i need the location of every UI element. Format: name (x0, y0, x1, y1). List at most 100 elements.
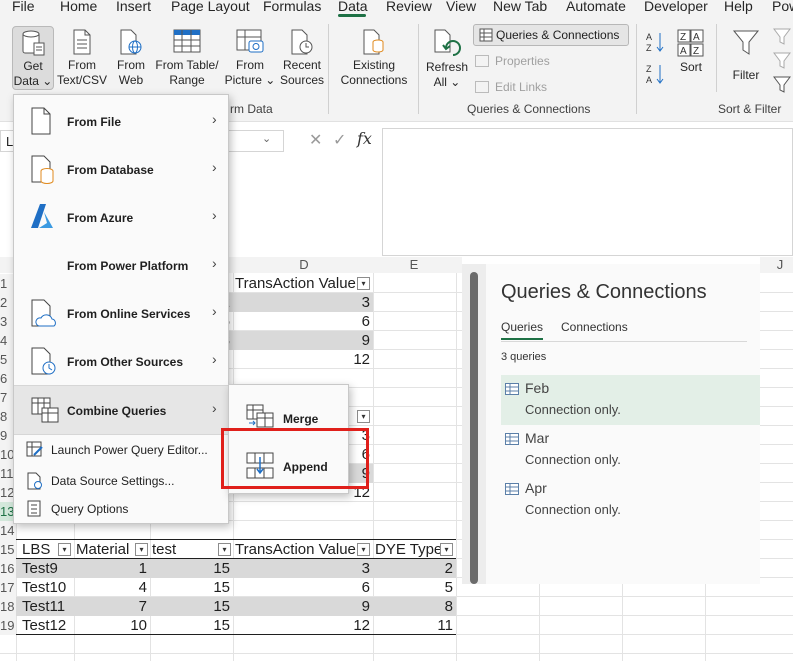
properties-button[interactable]: Properties (475, 54, 550, 68)
menu-item-from-file[interactable]: From File › (14, 97, 228, 145)
edit-links-button[interactable]: Edit Links (475, 80, 547, 94)
tab-review[interactable]: Review (386, 0, 432, 14)
query-item-apr[interactable]: Apr Connection only. (501, 475, 760, 525)
menu-item-launch-power-query-editor[interactable]: Launch Power Query Editor... (14, 436, 228, 464)
column-header-j[interactable]: J (768, 257, 792, 273)
table-cell[interactable]: 11 (373, 616, 456, 635)
table-header-cell[interactable]: TransAction Value (233, 540, 373, 559)
table-cell[interactable]: Test10 (20, 578, 74, 597)
table-cell[interactable]: 10 (74, 616, 150, 635)
menu-item-from-power-platform[interactable]: From Power Platform › (14, 241, 228, 289)
sort-button[interactable]: Z A A Z Sort (674, 28, 708, 75)
insert-function-icon[interactable]: fx (357, 129, 372, 148)
menu-item-combine-queries[interactable]: Combine Queries › (14, 386, 228, 434)
filter-button[interactable]: Filter (728, 28, 764, 83)
menu-item-query-options[interactable]: Query Options (14, 495, 228, 523)
filter-dropdown-icon[interactable]: ▾ (440, 543, 453, 556)
table-icon (505, 433, 519, 445)
menu-item-from-online-services[interactable]: From Online Services › (14, 289, 228, 337)
refresh-all-button[interactable]: Refresh All ⌄ (424, 28, 470, 90)
tab-file[interactable]: File (12, 0, 35, 14)
pane-scrollbar[interactable] (462, 264, 486, 584)
table-cell[interactable]: Test12 (20, 616, 74, 635)
menu-item-from-other-sources[interactable]: From Other Sources › (14, 337, 228, 385)
table-cell[interactable]: 15 (150, 597, 233, 616)
menu-item-from-database[interactable]: From Database › (14, 145, 228, 193)
queries-connections-label: Queries & Connections (496, 28, 620, 42)
tab-new-tab[interactable]: New Tab (493, 0, 547, 14)
from-table-range-label-2: Range (169, 73, 205, 87)
menu-item-label: From File (67, 115, 122, 129)
table-cell[interactable]: 6 (233, 312, 373, 331)
filter-dropdown-icon[interactable]: ▾ (357, 277, 370, 290)
table-cell[interactable]: 7 (74, 597, 150, 616)
filter-dropdown-icon[interactable]: ▾ (357, 410, 370, 423)
menu-item-data-source-settings[interactable]: Data Source Settings... (14, 467, 228, 495)
filter-dropdown-icon[interactable]: ▾ (135, 543, 148, 556)
tab-data[interactable]: Data (338, 0, 368, 14)
pane-scrollbar-thumb[interactable] (470, 272, 478, 584)
existing-connections-button[interactable]: Existing Connections (336, 28, 412, 88)
tab-home[interactable]: Home (60, 0, 97, 14)
table-cell[interactable]: 15 (150, 578, 233, 597)
tab-insert[interactable]: Insert (116, 0, 151, 14)
sort-za-button[interactable]: Z A (644, 62, 666, 88)
row-header[interactable]: 16 (0, 559, 16, 578)
table-cell[interactable]: 3 (233, 293, 373, 312)
table-header-cell[interactable]: TransAction Value (233, 274, 373, 293)
row-header[interactable]: 19 (0, 616, 16, 635)
table-cell[interactable]: Test9 (20, 559, 74, 578)
table-cell[interactable]: 3 (233, 559, 373, 578)
tab-automate[interactable]: Automate (566, 0, 626, 14)
tab-page-layout[interactable]: Page Layout (171, 0, 250, 14)
cancel-formula-icon[interactable]: ✕ (309, 130, 322, 150)
formula-bar-input[interactable] (382, 128, 793, 256)
column-header-d[interactable]: D (290, 257, 318, 273)
query-item-feb[interactable]: Feb Connection only. (501, 375, 760, 425)
row-header[interactable]: 17 (0, 578, 16, 597)
azure-icon (31, 204, 53, 228)
filter-dropdown-icon[interactable]: ▾ (357, 543, 370, 556)
table-cell[interactable]: 6 (233, 578, 373, 597)
table-cell[interactable]: 4 (74, 578, 150, 597)
filter-dropdown-icon[interactable]: ▾ (58, 543, 71, 556)
query-item-mar[interactable]: Mar Connection only. (501, 425, 760, 475)
from-table-range-button[interactable]: From Table/ Range (154, 28, 220, 88)
table-cell[interactable]: 15 (150, 559, 233, 578)
from-picture-button[interactable]: From Picture ⌄ (224, 28, 276, 88)
row-header[interactable]: 18 (0, 597, 16, 616)
table-icon (173, 29, 201, 53)
tab-queries[interactable]: Queries (501, 320, 543, 334)
tab-view[interactable]: View (446, 0, 476, 14)
table-cell[interactable]: 2 (373, 559, 456, 578)
name-box-dropdown-icon[interactable]: ⌄ (262, 132, 271, 145)
table-cell[interactable]: 1 (74, 559, 150, 578)
tab-power-pivot[interactable]: Pow (772, 0, 793, 14)
menu-item-from-azure[interactable]: From Azure › (14, 193, 228, 241)
table-cell[interactable]: 15 (150, 616, 233, 635)
table-cell[interactable]: 12 (233, 616, 373, 635)
recent-sources-button[interactable]: Recent Sources (278, 28, 326, 88)
from-text-csv-button[interactable]: From Text/CSV (56, 28, 108, 88)
get-data-button[interactable]: Get Data ⌄ (12, 26, 54, 90)
clear-filter-button[interactable] (772, 26, 792, 98)
filter-dropdown-icon[interactable]: ▾ (218, 543, 231, 556)
table-cell[interactable]: Test11 (20, 597, 74, 616)
picture-icon (236, 29, 264, 53)
sort-az-button[interactable]: A Z (644, 30, 666, 56)
table-cell[interactable]: 9 (233, 597, 373, 616)
column-header-e[interactable]: E (400, 257, 428, 273)
tab-developer[interactable]: Developer (644, 0, 708, 14)
tab-help[interactable]: Help (724, 0, 753, 14)
table-cell[interactable]: 8 (373, 597, 456, 616)
queries-connections-button[interactable]: Queries & Connections (473, 24, 629, 46)
tab-connections[interactable]: Connections (561, 320, 628, 334)
confirm-formula-icon[interactable]: ✓ (333, 130, 346, 150)
tab-formulas[interactable]: Formulas (263, 0, 321, 14)
menu-item-label: From Online Services (67, 307, 191, 321)
table-cell[interactable]: 12 (233, 350, 373, 369)
table-cell[interactable]: 5 (373, 578, 456, 597)
from-web-button[interactable]: From Web (112, 28, 150, 88)
row-header[interactable]: 15 (0, 540, 16, 559)
table-cell[interactable]: 9 (233, 331, 373, 350)
